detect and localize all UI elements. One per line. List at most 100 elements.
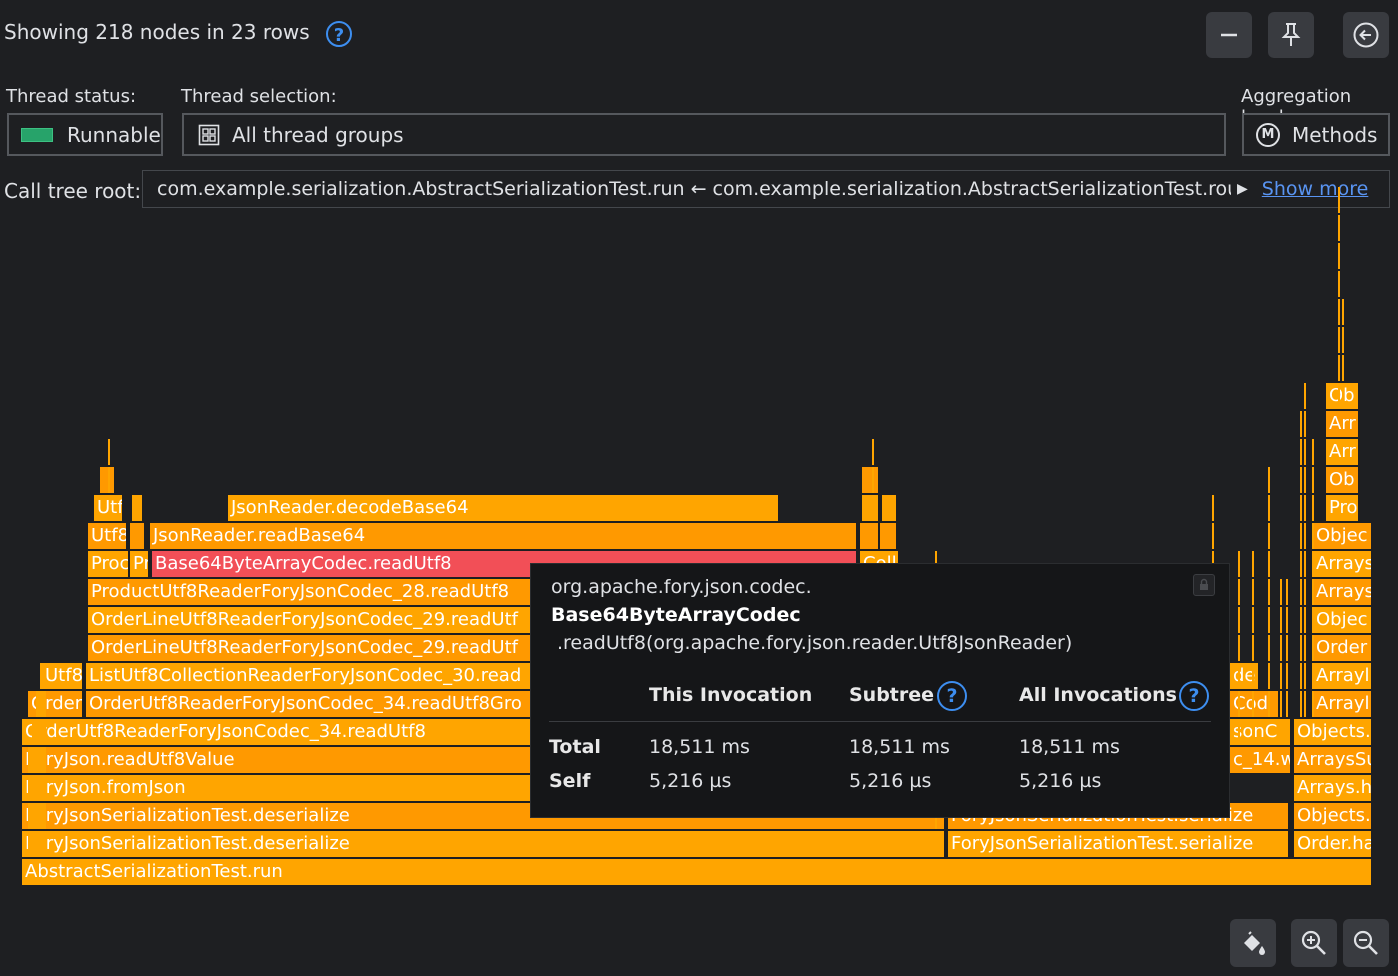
flame-frame[interactable] bbox=[880, 523, 898, 549]
flame-frame[interactable] bbox=[1268, 495, 1270, 521]
flame-frame[interactable] bbox=[1280, 607, 1282, 633]
flame-frame[interactable]: ForyJson.readUtf8Value bbox=[22, 747, 532, 773]
flame-frame[interactable] bbox=[1212, 523, 1214, 549]
flame-frame[interactable] bbox=[1338, 271, 1340, 297]
flame-frame[interactable] bbox=[1212, 495, 1214, 521]
flame-frame[interactable] bbox=[1238, 551, 1240, 577]
flame-frame[interactable]: Utf8 bbox=[88, 523, 128, 549]
flame-frame[interactable] bbox=[1238, 635, 1240, 661]
flame-frame[interactable] bbox=[1268, 663, 1270, 689]
flame-frame[interactable]: ForyJsonSerializationTest.deserialize bbox=[22, 831, 946, 857]
flame-frame[interactable]: OrderUtf8ReaderForyJsonCodec_34.readUtf8… bbox=[86, 691, 532, 717]
flame-frame[interactable] bbox=[1238, 579, 1240, 605]
flame-frame[interactable] bbox=[872, 467, 874, 493]
color-button[interactable] bbox=[1230, 919, 1276, 967]
flame-frame[interactable]: OrderUtf8ReaderForyJsonCodec_34.readUtf8 bbox=[22, 719, 532, 745]
aggregation-dropdown[interactable]: M Methods bbox=[1242, 113, 1390, 156]
flame-frame[interactable] bbox=[1304, 691, 1306, 717]
flame-frame[interactable] bbox=[1304, 579, 1306, 605]
flame-frame[interactable]: ForyJsonSerializationTest.serialize bbox=[948, 831, 1290, 857]
flame-frame[interactable] bbox=[40, 803, 46, 829]
flame-frame[interactable] bbox=[1342, 355, 1344, 381]
flame-frame[interactable] bbox=[1304, 663, 1306, 689]
flame-frame[interactable] bbox=[1252, 691, 1254, 717]
flame-frame[interactable] bbox=[1238, 607, 1240, 633]
flame-frame[interactable] bbox=[28, 747, 32, 773]
flame-frame[interactable] bbox=[1312, 607, 1314, 633]
flame-frame[interactable] bbox=[1300, 439, 1302, 465]
pin-button[interactable] bbox=[1268, 12, 1314, 58]
flame-frame[interactable] bbox=[1312, 551, 1314, 577]
flame-frame[interactable] bbox=[1338, 187, 1340, 213]
flame-frame[interactable] bbox=[1338, 355, 1340, 381]
flame-frame[interactable]: Order bbox=[1313, 635, 1373, 661]
flame-frame[interactable] bbox=[1280, 691, 1282, 717]
flame-frame[interactable] bbox=[1304, 467, 1306, 493]
flame-frame[interactable]: Arrayl bbox=[1313, 691, 1373, 717]
flame-frame[interactable] bbox=[1252, 607, 1254, 633]
flame-frame[interactable] bbox=[1300, 579, 1302, 605]
flame-frame[interactable] bbox=[1304, 411, 1306, 437]
flame-frame[interactable]: AbstractSerializationTest.run bbox=[22, 859, 1373, 885]
flame-frame[interactable]: Arrays.h bbox=[1294, 775, 1373, 801]
flame-frame[interactable] bbox=[872, 439, 874, 465]
flame-frame[interactable] bbox=[1300, 523, 1302, 549]
flame-frame[interactable] bbox=[1268, 523, 1270, 549]
flame-frame[interactable] bbox=[36, 747, 40, 773]
flame-frame[interactable] bbox=[1300, 411, 1302, 437]
flame-frame[interactable] bbox=[1268, 691, 1270, 717]
flame-frame[interactable] bbox=[1300, 467, 1302, 493]
flame-frame[interactable] bbox=[40, 691, 46, 717]
flame-frame[interactable]: Utf bbox=[94, 495, 124, 521]
flame-frame[interactable] bbox=[1286, 663, 1288, 689]
flame-frame[interactable] bbox=[1312, 523, 1314, 549]
flame-frame[interactable]: Arr bbox=[1326, 439, 1360, 465]
flame-frame[interactable] bbox=[132, 495, 144, 521]
flame-frame[interactable] bbox=[1304, 635, 1306, 661]
flame-frame[interactable] bbox=[36, 691, 40, 717]
flame-frame[interactable] bbox=[36, 803, 40, 829]
flame-frame[interactable] bbox=[1338, 243, 1340, 269]
flame-frame[interactable] bbox=[1312, 663, 1314, 689]
flame-frame[interactable]: Arr bbox=[1326, 411, 1360, 437]
flame-frame[interactable] bbox=[32, 803, 36, 829]
flame-frame[interactable]: Pro bbox=[1326, 495, 1360, 521]
flame-frame[interactable] bbox=[1304, 607, 1306, 633]
flame-frame[interactable]: Order.ha bbox=[1294, 831, 1373, 857]
flame-frame[interactable] bbox=[108, 439, 110, 465]
flame-frame[interactable] bbox=[40, 663, 46, 689]
flame-frame[interactable] bbox=[1342, 299, 1344, 325]
flame-frame[interactable]: c_14.w bbox=[1230, 747, 1292, 773]
flame-frame[interactable]: Proc bbox=[88, 551, 130, 577]
flame-frame[interactable] bbox=[36, 719, 40, 745]
flame-frame[interactable] bbox=[1300, 495, 1302, 521]
flame-frame[interactable] bbox=[1304, 551, 1306, 577]
flame-frame[interactable] bbox=[882, 495, 898, 521]
flame-frame[interactable] bbox=[1268, 635, 1270, 661]
thread-selection-dropdown[interactable]: All thread groups bbox=[182, 113, 1226, 156]
flame-frame[interactable] bbox=[1268, 607, 1270, 633]
flame-frame[interactable] bbox=[1252, 551, 1254, 577]
flame-frame[interactable] bbox=[1342, 327, 1344, 353]
flame-frame[interactable] bbox=[36, 831, 40, 857]
flame-frame[interactable]: JsonReader.decodeBase64 bbox=[228, 495, 780, 521]
flame-frame[interactable] bbox=[28, 775, 32, 801]
flame-frame[interactable] bbox=[1238, 719, 1240, 745]
flame-frame[interactable] bbox=[1280, 663, 1282, 689]
back-button[interactable] bbox=[1343, 12, 1389, 58]
flame-frame[interactable]: Utf8 bbox=[42, 663, 84, 689]
flame-frame[interactable] bbox=[28, 831, 32, 857]
flame-frame[interactable]: ListUtf8CollectionReaderForyJsonCodec_30… bbox=[86, 663, 532, 689]
flame-frame[interactable] bbox=[860, 523, 880, 549]
flame-frame[interactable] bbox=[1268, 551, 1270, 577]
flame-frame[interactable] bbox=[1338, 299, 1340, 325]
flame-frame[interactable] bbox=[1338, 327, 1340, 353]
show-more-link[interactable]: Show more bbox=[1262, 178, 1369, 200]
flame-frame[interactable] bbox=[1312, 467, 1314, 493]
flame-frame[interactable] bbox=[1338, 215, 1340, 241]
subtree-help-icon[interactable]: ? bbox=[937, 681, 967, 711]
flame-frame[interactable] bbox=[862, 495, 880, 521]
flame-frame[interactable]: Objects. bbox=[1294, 719, 1373, 745]
flame-frame[interactable]: JsonReader.readBase64 bbox=[150, 523, 858, 549]
flame-frame[interactable] bbox=[130, 523, 146, 549]
